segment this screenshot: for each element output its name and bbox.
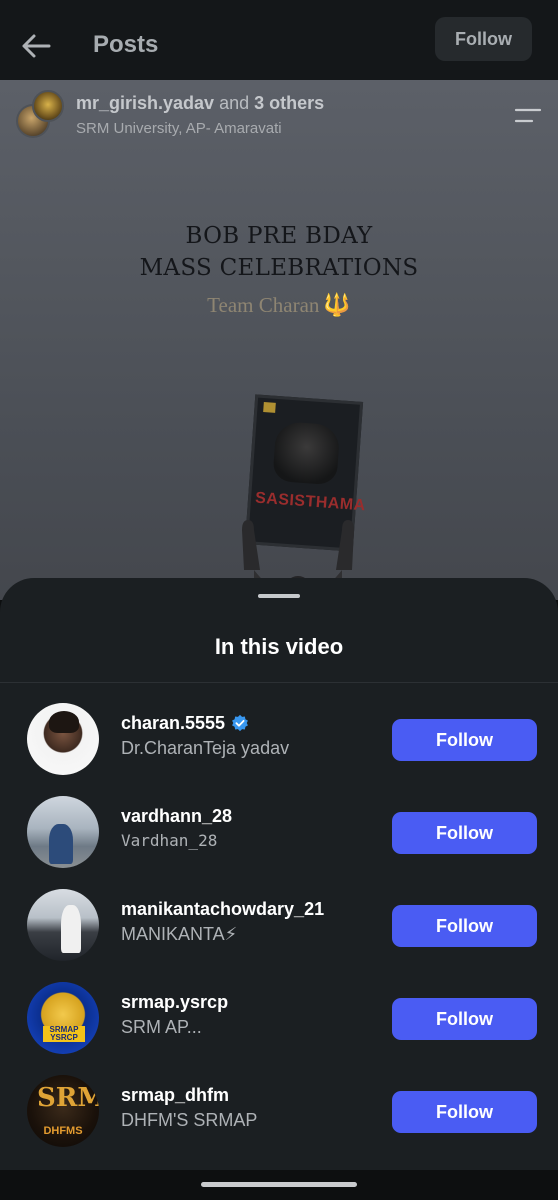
- avatar-label: DHFMS: [43, 1125, 83, 1137]
- list-item[interactable]: manikantachowdary_21 MANIKANTA⚡ Follow: [0, 889, 558, 982]
- poster-badge: [263, 402, 276, 413]
- sheet-drag-handle[interactable]: [258, 594, 300, 598]
- follow-button[interactable]: Follow: [392, 905, 537, 947]
- post-location[interactable]: SRM University, AP- Amaravati: [76, 120, 282, 137]
- username[interactable]: vardhann_28: [121, 806, 232, 827]
- divider: [0, 682, 558, 683]
- list-item[interactable]: vardhann_28 Vardhan_28 Follow: [0, 796, 558, 889]
- username-text[interactable]: charan.5555: [121, 713, 225, 733]
- username[interactable]: charan.5555: [121, 713, 249, 734]
- list-item[interactable]: SRM DHFMS srmap_dhfm DHFM'S SRMAP Follow: [0, 1075, 558, 1168]
- trident-icon: 🔱: [323, 292, 351, 317]
- top-bar: Posts Follow: [0, 0, 558, 80]
- username[interactable]: manikantachowdary_21: [121, 899, 324, 920]
- poster-portrait: [272, 420, 341, 486]
- full-name: Vardhan_28: [121, 831, 218, 850]
- post-media[interactable]: mr_girish.yadav and 3 others SRM Univers…: [0, 80, 558, 600]
- verified-badge-icon: [232, 714, 248, 732]
- back-arrow-icon[interactable]: [18, 28, 54, 64]
- avatar[interactable]: [27, 889, 99, 961]
- follow-author-button[interactable]: Follow: [435, 17, 532, 61]
- avatar: [32, 90, 64, 122]
- list-item[interactable]: SRMAP YSRCP srmap.ysrcp SRM AP... Follow: [0, 982, 558, 1075]
- full-name: DHFM'S SRMAP: [121, 1110, 258, 1130]
- follow-button[interactable]: Follow: [392, 998, 537, 1040]
- list-item[interactable]: charan.5555 Dr.CharanTeja yadav Follow: [0, 703, 558, 796]
- follow-button[interactable]: Follow: [392, 719, 537, 761]
- avatar-label: SRMAP YSRCP: [43, 1026, 85, 1042]
- author-avatars[interactable]: [16, 90, 66, 140]
- full-name: Dr.CharanTeja yadav: [121, 738, 290, 758]
- author-username[interactable]: mr_girish.yadav: [76, 93, 214, 113]
- team-label: Team Charan: [207, 293, 320, 317]
- sheet-title: In this video: [214, 634, 344, 659]
- avatar[interactable]: [27, 703, 99, 775]
- full-name: SRM AP...: [121, 1017, 202, 1037]
- avatar[interactable]: SRM DHFMS: [27, 1075, 99, 1147]
- page-title: Posts: [93, 31, 159, 58]
- system-nav-bar: [0, 1170, 558, 1200]
- post-team-caption: Team Charan 🔱: [0, 292, 558, 318]
- post-headline: BOB PRE BDAY MASS CELEBRATIONS: [0, 220, 558, 284]
- menu-icon[interactable]: [514, 106, 542, 126]
- follow-button[interactable]: Follow: [392, 1091, 537, 1133]
- headline-line-1: BOB PRE BDAY: [185, 223, 373, 249]
- username[interactable]: srmap_dhfm: [121, 1085, 229, 1106]
- avatar[interactable]: SRMAP YSRCP: [27, 982, 99, 1054]
- avatar[interactable]: [27, 796, 99, 868]
- author-and: and: [219, 93, 250, 113]
- tagged-people-sheet: In this video charan.5555 Dr.CharanTeja …: [0, 578, 558, 1170]
- author-others[interactable]: 3 others: [254, 93, 324, 113]
- post-author-line[interactable]: mr_girish.yadav and 3 others: [76, 93, 324, 114]
- full-name: MANIKANTA⚡: [121, 924, 238, 944]
- headline-line-2: MASS CELEBRATIONS: [139, 255, 419, 281]
- home-gesture-bar[interactable]: [201, 1182, 357, 1187]
- username[interactable]: srmap.ysrcp: [121, 992, 228, 1013]
- avatar-label: SRM: [37, 1083, 99, 1113]
- follow-button[interactable]: Follow: [392, 812, 537, 854]
